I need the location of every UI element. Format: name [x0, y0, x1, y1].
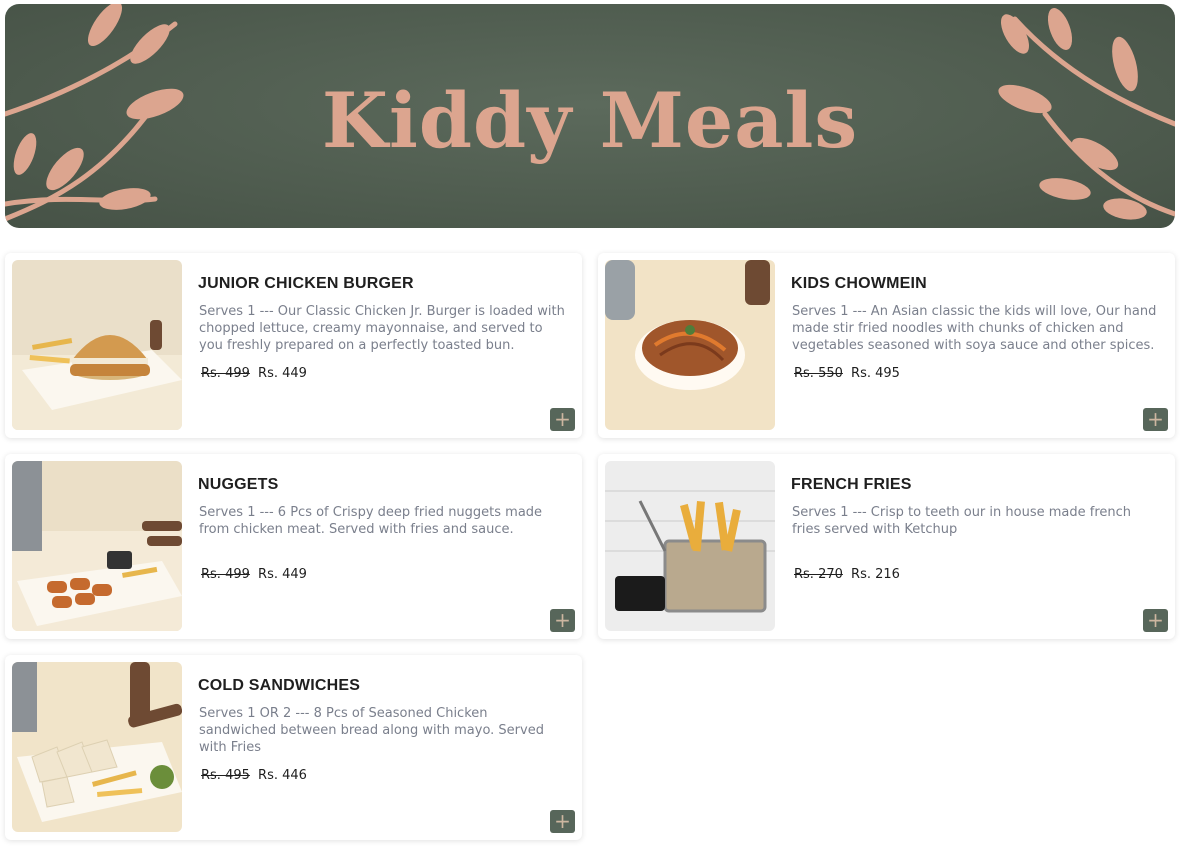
- item-image[interactable]: [12, 662, 182, 832]
- item-price: Rs. 495 Rs. 446: [201, 768, 307, 783]
- current-price: Rs. 449: [258, 366, 307, 381]
- current-price: Rs. 449: [258, 567, 307, 582]
- old-price: Rs. 550: [794, 366, 843, 381]
- item-price: Rs. 270 Rs. 216: [794, 567, 900, 582]
- item-description: Serves 1 --- An Asian classic the kids w…: [792, 304, 1157, 353]
- item-name: NUGGETS: [198, 476, 279, 493]
- item-description: Serves 1 OR 2 --- 8 Pcs of Seasoned Chic…: [199, 706, 544, 755]
- plus-icon: +: [554, 809, 571, 833]
- plus-icon: +: [554, 407, 571, 431]
- item-name: FRENCH FRIES: [791, 476, 912, 493]
- item-price: Rs. 499 Rs. 449: [201, 366, 307, 381]
- menu-item-card[interactable]: COLD SANDWICHES Serves 1 OR 2 --- 8 Pcs …: [5, 655, 582, 840]
- item-image[interactable]: [605, 260, 775, 430]
- plus-icon: +: [1147, 407, 1164, 431]
- plus-icon: +: [1147, 608, 1164, 632]
- current-price: Rs. 216: [851, 567, 900, 582]
- old-price: Rs. 499: [201, 567, 250, 582]
- banner-title: Kiddy Meals: [321, 76, 859, 165]
- item-name: COLD SANDWICHES: [198, 677, 361, 694]
- menu-item-card[interactable]: KIDS CHOWMEIN Serves 1 --- An Asian clas…: [598, 253, 1175, 438]
- add-to-cart-button[interactable]: +: [1143, 609, 1168, 632]
- menu-item-card[interactable]: NUGGETS Serves 1 --- 6 Pcs of Crispy dee…: [5, 454, 582, 639]
- item-image[interactable]: [605, 461, 775, 631]
- add-to-cart-button[interactable]: +: [550, 810, 575, 833]
- menu-item-card[interactable]: FRENCH FRIES Serves 1 --- Crisp to teeth…: [598, 454, 1175, 639]
- old-price: Rs. 495: [201, 768, 250, 783]
- item-price: Rs. 550 Rs. 495: [794, 366, 900, 381]
- item-image[interactable]: [12, 260, 182, 430]
- item-image[interactable]: [12, 461, 182, 631]
- menu-item-card[interactable]: JUNIOR CHICKEN BURGER Serves 1 --- Our C…: [5, 253, 582, 438]
- item-price: Rs. 499 Rs. 449: [201, 567, 307, 582]
- add-to-cart-button[interactable]: +: [1143, 408, 1168, 431]
- plus-icon: +: [554, 608, 571, 632]
- item-description: Serves 1 --- 6 Pcs of Crispy deep fried …: [199, 505, 543, 537]
- current-price: Rs. 446: [258, 768, 307, 783]
- item-description: Serves 1 --- Our Classic Chicken Jr. Bur…: [199, 304, 565, 353]
- item-name: JUNIOR CHICKEN BURGER: [198, 275, 414, 292]
- item-name: KIDS CHOWMEIN: [791, 275, 927, 292]
- item-description: Serves 1 --- Crisp to teeth our in house…: [792, 505, 1131, 537]
- old-price: Rs. 499: [201, 366, 250, 381]
- old-price: Rs. 270: [794, 567, 843, 582]
- add-to-cart-button[interactable]: +: [550, 609, 575, 632]
- current-price: Rs. 495: [851, 366, 900, 381]
- category-banner: Kiddy Meals: [5, 4, 1175, 228]
- add-to-cart-button[interactable]: +: [550, 408, 575, 431]
